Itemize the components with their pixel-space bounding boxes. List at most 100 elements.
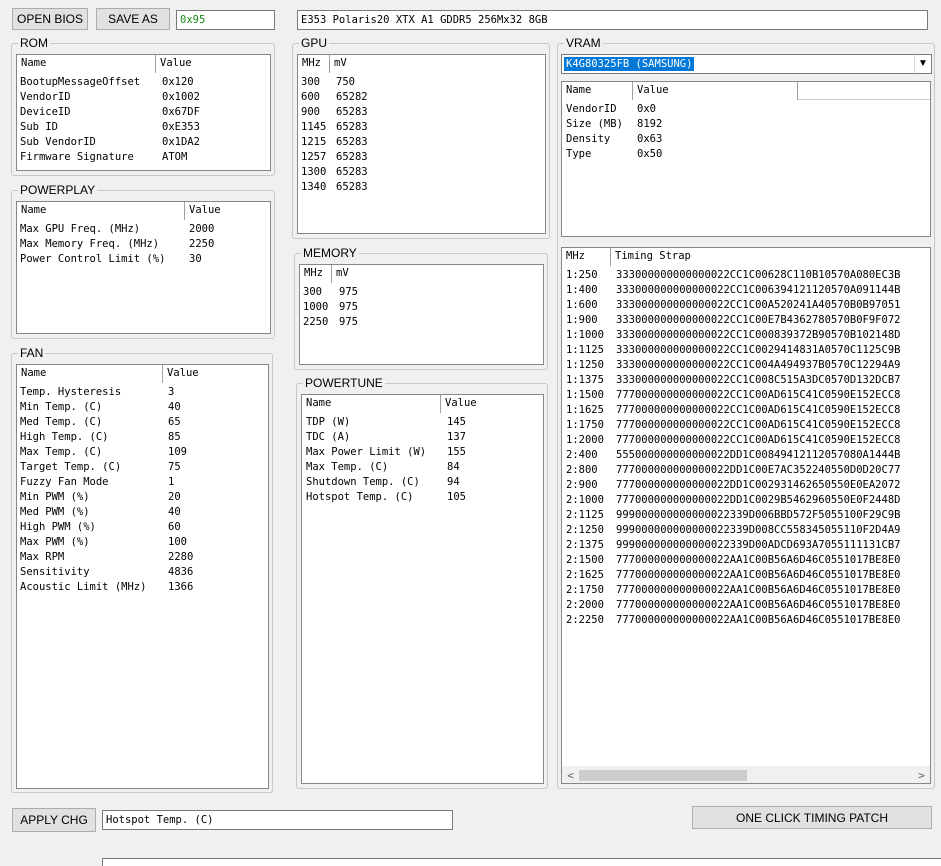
list-item[interactable]: High PWM (%) 60 [17,520,268,535]
list-item[interactable]: 1:600 333000000000000022CC1C00A520241A405… [562,298,930,313]
list-item[interactable]: Med Temp. (C) 65 [17,415,268,430]
fan-list[interactable]: Name Value Temp. Hysteresis 3 Min Temp. (C… [16,364,269,789]
list-item[interactable]: 2:1125 999000000000000022339D006BBD572F50… [562,508,930,523]
list-item[interactable]: 2:800 777000000000000022DD1C00E7AC3522405… [562,463,930,478]
powertune-list[interactable]: Name Value TDP (W) 145 TDC (A) 137 Max Power… [301,394,544,784]
list-item[interactable]: Shutdown Temp. (C) 94 [302,475,543,490]
arrow-right-icon[interactable]: > [913,767,930,783]
list-item[interactable]: Min Temp. (C) 40 [17,400,268,415]
timing-strap-list[interactable]: MHz Timing Strap 1:250 333000000000000022… [561,247,931,784]
powertune-col-value[interactable]: Value [441,395,543,413]
list-item[interactable]: 1:900 333000000000000022CC1C00E7B43627805… [562,313,930,328]
list-item[interactable]: 1:1125 333000000000000022CC1C0029414831A0… [562,343,930,358]
list-item[interactable]: Temp. Hysteresis 3 [17,385,268,400]
apply-changes-button[interactable]: APPLY CHG [12,808,96,832]
list-item[interactable]: Max Memory Freq. (MHz) 2250 [17,237,270,252]
list-item[interactable]: 900 65283 [298,105,545,120]
fan-col-name[interactable]: Name [17,365,163,383]
list-item[interactable]: 1257 65283 [298,150,545,165]
list-item[interactable]: 1:1000 333000000000000022CC1C000839372B90… [562,328,930,343]
powerplay-col-value[interactable]: Value [185,202,270,220]
list-item[interactable]: 1:2000 777000000000000022CC1C00AD615C41C0… [562,433,930,448]
timing-col-mhz[interactable]: MHz [562,248,611,266]
list-item[interactable]: Max Power Limit (W) 155 [302,445,543,460]
list-item[interactable]: Fuzzy Fan Mode 1 [17,475,268,490]
checksum-field[interactable]: 0x95 [176,10,275,30]
memory-col-mv[interactable]: mV [332,265,543,283]
timing-horizontal-scrollbar[interactable]: < > [562,766,930,783]
scrollbar-thumb[interactable] [579,770,747,781]
list-item[interactable]: 2:1500 777000000000000022AA1C00B56A6D46C0… [562,553,930,568]
list-item[interactable]: 2:2000 777000000000000022AA1C00B56A6D46C0… [562,598,930,613]
list-item[interactable]: 2:1750 777000000000000022AA1C00B56A6D46C0… [562,583,930,598]
memory-list[interactable]: MHz mV 300 975 1000 975 2250 975 [299,264,544,365]
list-item[interactable]: 1340 65283 [298,180,545,195]
gpu-col-mv[interactable]: mV [330,55,545,73]
memory-col-mhz[interactable]: MHz [300,265,332,283]
list-item[interactable]: Type 0x50 [562,147,930,162]
list-item[interactable]: 2:2250 777000000000000022AA1C00B56A6D46C0… [562,613,930,628]
list-item[interactable]: High Temp. (C) 85 [17,430,268,445]
list-item[interactable]: BootupMessageOffset 0x120 [17,75,270,90]
list-item[interactable]: Firmware Signature ATOM [17,150,270,165]
list-item[interactable]: Max Temp. (C) 109 [17,445,268,460]
list-item[interactable]: 2250 975 [300,315,543,330]
list-item[interactable]: 2:400 555000000000000022DD1C0084941211205… [562,448,930,463]
gpu-list[interactable]: MHz mV 300 750 600 65282 900 65283 1145 65283 12… [297,54,546,234]
list-item[interactable]: 2:1250 999000000000000022339D008CC5583450… [562,523,930,538]
powerplay-list[interactable]: Name Value Max GPU Freq. (MHz) 2000 Max Me… [16,201,271,334]
open-bios-button[interactable]: OPEN BIOS [12,8,88,30]
list-item[interactable]: Sub ID 0xE353 [17,120,270,135]
powertune-col-name[interactable]: Name [302,395,441,413]
rom-col-name[interactable]: Name [17,55,156,73]
list-item[interactable]: DeviceID 0x67DF [17,105,270,120]
list-item[interactable]: 1300 65283 [298,165,545,180]
list-item[interactable]: Max Temp. (C) 84 [302,460,543,475]
list-item[interactable]: 1:1500 777000000000000022CC1C00AD615C41C0… [562,388,930,403]
list-item[interactable]: 2:900 777000000000000022DD1C0029314626505… [562,478,930,493]
list-item[interactable]: Size (MB) 8192 [562,117,930,132]
timing-col-strap[interactable]: Timing Strap [611,248,930,266]
bios-info-field[interactable]: E353 Polaris20 XTX A1 GDDR5 256Mx32 8GB [297,10,928,30]
list-item[interactable]: Max PWM (%) 100 [17,535,268,550]
list-item[interactable]: Max GPU Freq. (MHz) 2000 [17,222,270,237]
list-item[interactable]: Med PWM (%) 40 [17,505,268,520]
vram-select[interactable]: K4G80325FB (SAMSUNG) ▼ [561,54,932,74]
list-item[interactable]: 2:1625 777000000000000022AA1C00B56A6D46C0… [562,568,930,583]
save-as-button[interactable]: SAVE AS [96,8,170,30]
list-item[interactable]: Sensitivity 4836 [17,565,268,580]
list-item[interactable]: Target Temp. (C) 75 [17,460,268,475]
vram-col-name[interactable]: Name [562,82,633,100]
list-item[interactable]: 1:1375 333000000000000022CC1C008C515A3DC0… [562,373,930,388]
list-item[interactable]: 1:250 333000000000000022CC1C00628C110B105… [562,268,930,283]
list-item[interactable]: 2:1000 777000000000000022DD1C0029B5462960… [562,493,930,508]
list-item[interactable]: Hotspot Temp. (C) 105 [302,490,543,505]
rom-list[interactable]: Name Value BootupMessageOffset 0x120 Vendo… [16,54,271,171]
list-item[interactable]: TDP (W) 145 [302,415,543,430]
list-item[interactable]: 1:1750 777000000000000022CC1C00AD615C41C0… [562,418,930,433]
powerplay-col-name[interactable]: Name [17,202,185,220]
gpu-col-mhz[interactable]: MHz [298,55,330,73]
list-item[interactable]: 1:1625 777000000000000022CC1C00AD615C41C0… [562,403,930,418]
list-item[interactable]: Max RPM 2280 [17,550,268,565]
list-item[interactable]: 600 65282 [298,90,545,105]
list-item[interactable]: 300 750 [298,75,545,90]
rom-col-value[interactable]: Value [156,55,270,73]
list-item[interactable]: 1000 975 [300,300,543,315]
list-item[interactable]: 300 975 [300,285,543,300]
list-item[interactable]: 1145 65283 [298,120,545,135]
vram-info-list[interactable]: Name Value VendorID 0x0 Size (MB) 8192 Densi… [561,81,931,237]
list-item[interactable]: TDC (A) 137 [302,430,543,445]
list-item[interactable]: Density 0x63 [562,132,930,147]
edit-value-field[interactable]: Hotspot Temp. (C) [102,810,453,830]
chevron-down-icon[interactable]: ▼ [914,55,931,73]
list-item[interactable]: VendorID 0x1002 [17,90,270,105]
list-item[interactable]: Power Control Limit (%) 30 [17,252,270,267]
list-item[interactable]: Sub VendorID 0x1DA2 [17,135,270,150]
list-item[interactable]: 2:1375 999000000000000022339D00ADCD693A70… [562,538,930,553]
fan-col-value[interactable]: Value [163,365,268,383]
list-item[interactable]: Acoustic Limit (MHz) 1366 [17,580,268,595]
list-item[interactable]: 1215 65283 [298,135,545,150]
vram-col-value[interactable]: Value [633,82,798,100]
list-item[interactable]: Min PWM (%) 20 [17,490,268,505]
